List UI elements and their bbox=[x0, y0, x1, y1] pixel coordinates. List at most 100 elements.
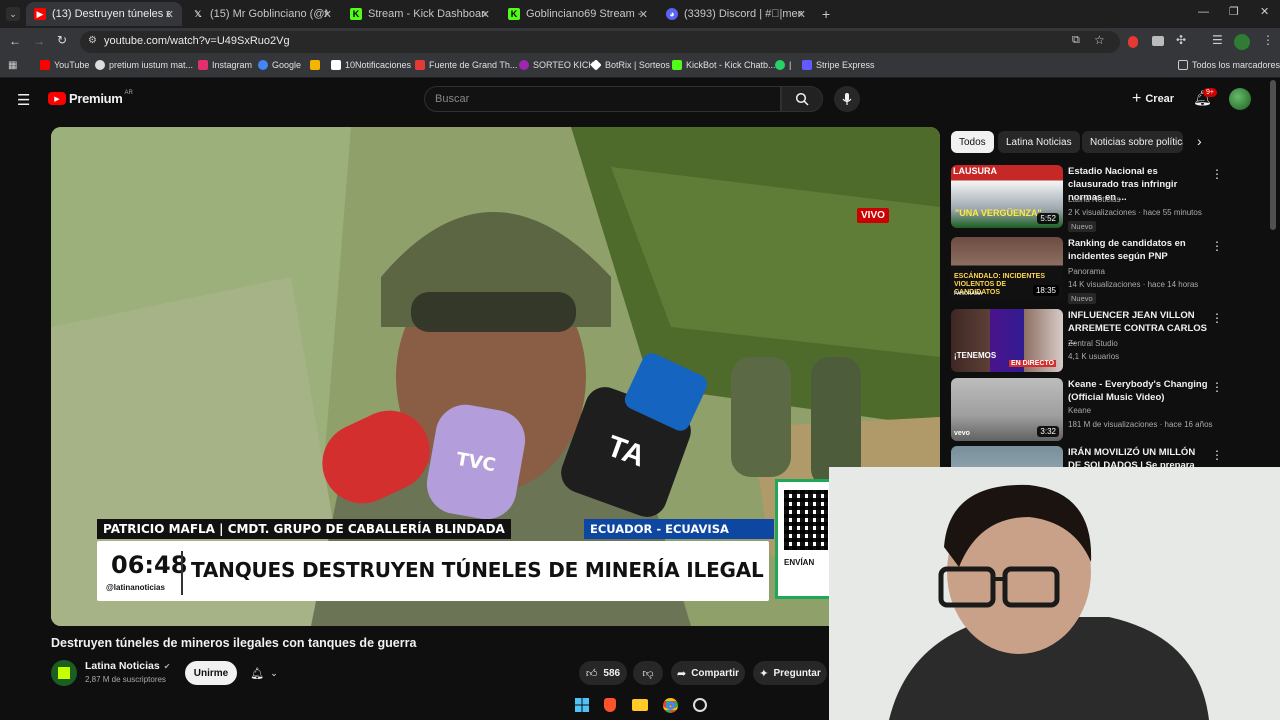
site-info-icon[interactable]: ⚙ bbox=[88, 35, 97, 46]
browser-menu-icon[interactable]: ⋮ bbox=[1262, 33, 1274, 47]
close-tab-icon[interactable]: ✕ bbox=[165, 8, 174, 21]
new-tab-button[interactable]: + bbox=[822, 6, 830, 22]
bookmark-instagram[interactable]: Instagram bbox=[198, 60, 252, 70]
join-button[interactable]: Unirme bbox=[185, 661, 237, 685]
recommendation-thumbnail[interactable]: vevo 3:32 bbox=[951, 378, 1063, 441]
chrome-taskbar-icon[interactable] bbox=[660, 695, 680, 715]
tab-search-button[interactable]: ⌄ bbox=[6, 7, 20, 21]
windows-start-icon[interactable] bbox=[572, 695, 592, 715]
reload-icon[interactable]: ↻ bbox=[57, 33, 67, 47]
recommendation-channel[interactable]: Keane bbox=[1068, 406, 1091, 415]
bookmark-youtube[interactable]: YouTube bbox=[40, 60, 89, 70]
channel-avatar[interactable] bbox=[51, 660, 77, 686]
omnibox[interactable]: ⚙ youtube.com/watch?v=U49SxRuo2Vg ⧉ ☆ bbox=[80, 31, 1120, 53]
dislike-button[interactable]: 👎︎ bbox=[633, 661, 663, 685]
chevron-right-icon[interactable]: › bbox=[1197, 133, 1202, 149]
close-tab-icon[interactable]: ✕ bbox=[323, 8, 332, 21]
search-button[interactable] bbox=[781, 86, 823, 112]
windows-logo-icon bbox=[575, 698, 589, 712]
chip-politics-news[interactable]: Noticias sobre política bbox=[1082, 131, 1183, 153]
apps-grid-icon[interactable]: ▦ bbox=[8, 60, 17, 71]
bookmark-botrix[interactable]: BotRix | Sorteos bbox=[590, 59, 670, 71]
bookmark-gta-source[interactable]: Fuente de Grand Th... bbox=[415, 60, 517, 70]
botrix-icon bbox=[590, 59, 602, 71]
close-window-icon[interactable]: ✕ bbox=[1260, 5, 1269, 18]
extensions-puzzle-icon[interactable]: ✣ bbox=[1176, 33, 1186, 47]
bookmark-kickbot[interactable]: KickBot - Kick Chatb... bbox=[672, 60, 776, 70]
page-scrollbar[interactable] bbox=[1270, 80, 1276, 230]
recommendation-item[interactable]: vevo 3:32 Keane - Everybody's Changing (… bbox=[951, 378, 1231, 442]
restore-icon[interactable]: ❐ bbox=[1229, 5, 1239, 18]
tab-kick-dashboard[interactable]: K Stream - Kick Dashboard ✕ bbox=[342, 2, 498, 26]
media-control-icon[interactable]: ☰ bbox=[1212, 33, 1223, 47]
recommendation-title[interactable]: Ranking de candidatos en incidentes segú… bbox=[1068, 237, 1208, 263]
bookmark-stripe[interactable]: Stripe Express bbox=[802, 60, 875, 70]
bookmark-x-notifications[interactable]: 10Notificaciones bbox=[331, 60, 411, 70]
extension-red-icon[interactable] bbox=[1128, 36, 1138, 48]
recommendation-item[interactable]: ESCÁNDALO: INCIDENTES VIOLENTOS DE CANDI… bbox=[951, 237, 1231, 304]
account-avatar[interactable] bbox=[1229, 88, 1251, 110]
bookmark-whatsapp[interactable]: | bbox=[775, 60, 791, 70]
recommendation-item[interactable]: IRÁN MOVILIZÓ UN MILLÓN DE SOLDADOS | Se… bbox=[951, 446, 1231, 467]
recommendation-channel[interactable]: Latina Noticias bbox=[1068, 195, 1120, 204]
more-options-icon[interactable]: ⋮ bbox=[1211, 380, 1223, 394]
more-options-icon[interactable]: ⋮ bbox=[1211, 167, 1223, 181]
tab-kick-stream[interactable]: K Goblinciano69 Stream - Watch ✕ bbox=[500, 2, 656, 26]
bookmark-google[interactable]: Google bbox=[258, 60, 301, 70]
search-input[interactable]: Buscar bbox=[424, 86, 781, 112]
chip-all[interactable]: Todos bbox=[951, 131, 994, 153]
recommendation-thumbnail[interactable]: ESCÁNDALO: INCIDENTES VIOLENTOS DE CANDI… bbox=[951, 237, 1063, 300]
recommendation-thumbnail[interactable]: ¡TENEMOS EN DIRECTO bbox=[951, 309, 1063, 372]
extension-icon[interactable] bbox=[1152, 36, 1164, 46]
all-bookmarks-folder[interactable]: Todos los marcadores bbox=[1178, 60, 1280, 70]
create-button[interactable]: + Crear bbox=[1124, 86, 1182, 112]
like-button[interactable]: 👍︎ 586 bbox=[579, 661, 627, 685]
url-text[interactable]: youtube.com/watch?v=U49SxRuo2Vg bbox=[104, 35, 290, 47]
install-app-icon[interactable]: ⧉ bbox=[1072, 34, 1080, 47]
recommendation-item[interactable]: ¡TENEMOS EN DIRECTO INFLUENCER JEAN VILL… bbox=[951, 309, 1231, 373]
bookmark-pretium[interactable]: pretium iustum mat... bbox=[95, 60, 193, 70]
tab-x-profile[interactable]: 𝕏 (15) Mr Goblinciano (@MGobl ✕ bbox=[184, 2, 340, 26]
youtube-logo[interactable]: ▶ Premium AR bbox=[48, 90, 133, 106]
recommendation-item[interactable]: LAUSURA "UNA VERGÜENZA" 5:52 Estadio Nac… bbox=[951, 165, 1231, 232]
star-extension-icon bbox=[310, 60, 320, 70]
more-options-icon[interactable]: ⋮ bbox=[1211, 311, 1223, 325]
plus-icon: + bbox=[1132, 90, 1142, 107]
recommendation-title[interactable]: IRÁN MOVILIZÓ UN MILLÓN DE SOLDADOS | Se… bbox=[1068, 446, 1208, 467]
recommendation-thumbnail[interactable]: LAUSURA "UNA VERGÜENZA" 5:52 bbox=[951, 165, 1063, 228]
bookmark-unnamed[interactable] bbox=[310, 60, 324, 70]
recommendation-title[interactable]: Keane - Everybody's Changing (Official M… bbox=[1068, 378, 1208, 404]
tab-discord[interactable]: ◕ (3393) Discord | #🏽|memes ✕ bbox=[658, 2, 814, 26]
obs-taskbar-icon[interactable] bbox=[690, 695, 710, 715]
channel-row: Latina Noticias ✔ 2,87 M de suscriptores… bbox=[51, 658, 831, 688]
browser-tab-bar: ⌄ ▶ (13) Destruyen túneles de mine ✕ 𝕏 (… bbox=[0, 0, 1280, 28]
more-options-icon[interactable]: ⋮ bbox=[1211, 448, 1223, 462]
more-options-icon[interactable]: ⋮ bbox=[1211, 239, 1223, 253]
google-icon bbox=[258, 60, 268, 70]
voice-search-button[interactable] bbox=[834, 86, 860, 112]
channel-name[interactable]: Latina Noticias ✔ bbox=[85, 660, 170, 672]
minimize-icon[interactable]: — bbox=[1198, 6, 1209, 18]
share-arrow-icon: ➦ bbox=[676, 667, 687, 680]
hamburger-menu-icon[interactable]: ☰ bbox=[17, 91, 30, 109]
close-tab-icon[interactable]: ✕ bbox=[797, 8, 806, 21]
back-icon[interactable]: ← bbox=[9, 34, 21, 48]
close-tab-icon[interactable]: ✕ bbox=[481, 8, 490, 21]
recommendation-channel[interactable]: Panorama bbox=[1068, 267, 1105, 276]
file-explorer-icon[interactable] bbox=[630, 695, 650, 715]
video-player[interactable]: TVC TA VIVO PATRICIO MAFLA | CMDT. GRUPO… bbox=[51, 127, 940, 626]
share-button[interactable]: ➦ Compartir bbox=[671, 661, 745, 685]
profile-avatar[interactable] bbox=[1234, 34, 1250, 50]
notifications-button[interactable]: 🔔︎ 9+ bbox=[1193, 88, 1217, 108]
close-tab-icon[interactable]: ✕ bbox=[639, 8, 648, 21]
bookmark-sorteo-kick[interactable]: SORTEO KICK bbox=[519, 60, 594, 70]
chip-latina-noticias[interactable]: Latina Noticias bbox=[998, 131, 1080, 153]
bookmark-star-icon[interactable]: ☆ bbox=[1094, 33, 1105, 47]
tab-youtube-video[interactable]: ▶ (13) Destruyen túneles de mine ✕ bbox=[26, 2, 182, 26]
forward-icon[interactable]: → bbox=[33, 34, 45, 48]
recommendation-thumbnail[interactable] bbox=[951, 446, 1063, 467]
ask-button[interactable]: ✦ Preguntar bbox=[753, 661, 827, 685]
recommendation-channel[interactable]: Zentral Studio bbox=[1068, 339, 1118, 348]
brave-browser-icon[interactable] bbox=[600, 695, 620, 715]
notification-bell-button[interactable]: 🔔︎ ⌄ bbox=[244, 661, 284, 685]
